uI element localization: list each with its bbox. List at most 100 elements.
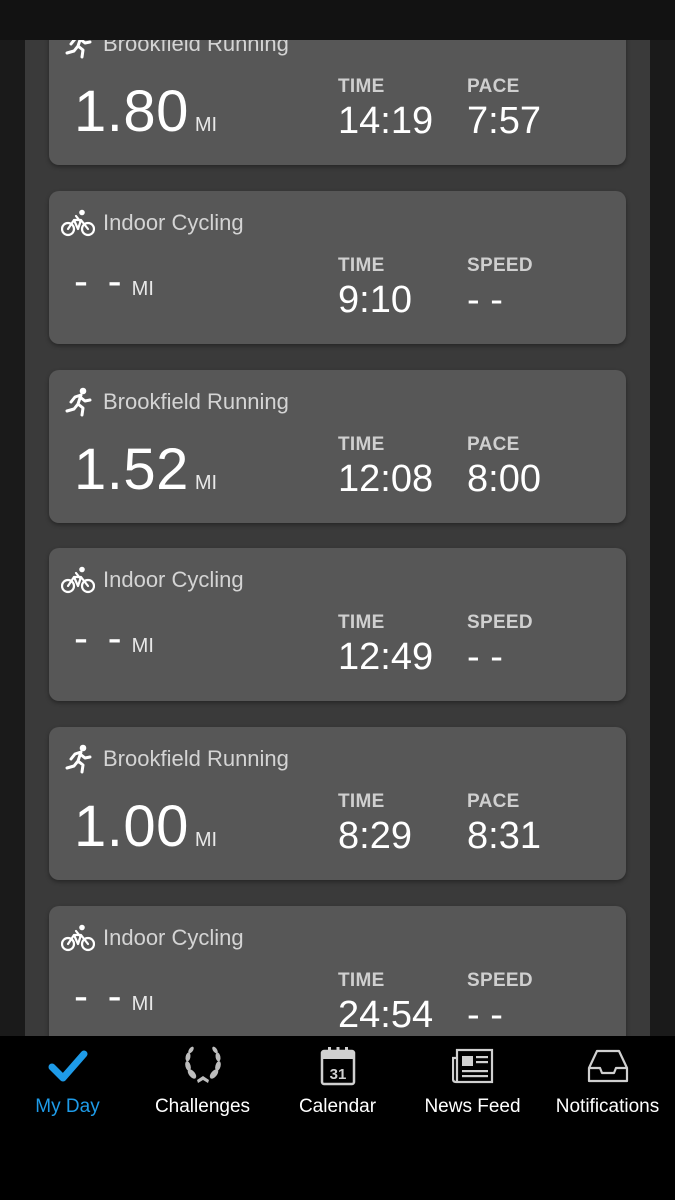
status-bar bbox=[0, 0, 675, 40]
time-stat: TIME 14:19 bbox=[338, 76, 433, 143]
time-label: TIME bbox=[338, 76, 385, 97]
activity-card[interactable]: Brookfield Running 1.80 MI TIME 14:19 PA… bbox=[49, 40, 626, 165]
activity-title: Indoor Cycling bbox=[103, 210, 244, 235]
distance-value: - - bbox=[74, 972, 126, 1019]
activity-card[interactable]: Indoor Cycling - - MI TIME 12:49 SPEED -… bbox=[49, 548, 626, 701]
checkmark-icon bbox=[0, 1044, 135, 1088]
activity-header: Indoor Cycling bbox=[61, 207, 244, 239]
tab-label: Challenges bbox=[154, 1096, 251, 1117]
speed-label: SPEED bbox=[467, 255, 533, 276]
time-stat: TIME 9:10 bbox=[338, 255, 412, 322]
time-stat: TIME 12:49 bbox=[338, 612, 433, 679]
pace-stat: PACE 7:57 bbox=[467, 76, 541, 143]
activity-header: Brookfield Running bbox=[61, 40, 289, 60]
time-value: 12:08 bbox=[338, 458, 434, 500]
tab-news-feed[interactable]: News Feed bbox=[405, 1044, 540, 1134]
speed-value: - - bbox=[467, 636, 503, 678]
bicycle-icon bbox=[61, 207, 95, 239]
running-icon bbox=[61, 40, 95, 60]
laurel-icon bbox=[135, 1044, 270, 1088]
time-label: TIME bbox=[338, 791, 385, 812]
activity-header: Brookfield Running bbox=[61, 743, 289, 775]
speed-stat: SPEED - - bbox=[467, 970, 533, 1036]
time-label: TIME bbox=[338, 255, 385, 276]
activity-distance: - - MI bbox=[74, 972, 154, 1020]
speed-value: - - bbox=[467, 279, 503, 321]
tab-challenges[interactable]: Challenges bbox=[135, 1044, 270, 1134]
activity-distance: - - MI bbox=[74, 257, 154, 305]
pace-value: 8:00 bbox=[467, 458, 541, 500]
right-gutter bbox=[650, 40, 675, 1036]
distance-unit: MI bbox=[131, 635, 154, 657]
activity-card[interactable]: Brookfield Running 1.00 MI TIME 8:29 PAC… bbox=[49, 727, 626, 880]
app-screen: Brookfield Running 1.80 MI TIME 14:19 PA… bbox=[0, 0, 675, 1200]
pace-stat: PACE 8:31 bbox=[467, 791, 541, 858]
time-label: TIME bbox=[338, 434, 385, 455]
time-stat: TIME 8:29 bbox=[338, 791, 412, 858]
activity-distance: - - MI bbox=[74, 614, 154, 662]
activity-title: Brookfield Running bbox=[103, 746, 289, 771]
activity-title: Indoor Cycling bbox=[103, 925, 244, 950]
pace-stat: PACE 8:00 bbox=[467, 434, 541, 501]
activity-distance: 1.00 MI bbox=[74, 793, 217, 860]
tab-calendar[interactable]: 31 Calendar bbox=[270, 1044, 405, 1134]
activity-distance: 1.52 MI bbox=[74, 436, 217, 503]
speed-stat: SPEED - - bbox=[467, 255, 533, 322]
activity-card[interactable]: Indoor Cycling - - MI TIME 9:10 SPEED - … bbox=[49, 191, 626, 344]
distance-unit: MI bbox=[131, 278, 154, 300]
bottom-tab-bar: My Day Challenges 31 Calendar News Feed … bbox=[0, 1036, 675, 1200]
inbox-icon bbox=[540, 1044, 675, 1088]
tab-label: News Feed bbox=[424, 1096, 521, 1117]
tab-label: Notifications bbox=[555, 1096, 660, 1117]
running-icon bbox=[61, 743, 95, 775]
distance-value: - - bbox=[74, 257, 126, 304]
activity-card[interactable]: Indoor Cycling - - MI TIME 24:54 SPEED -… bbox=[49, 906, 626, 1036]
time-value: 24:54 bbox=[338, 994, 434, 1036]
activity-title: Indoor Cycling bbox=[103, 567, 244, 592]
activity-title: Brookfield Running bbox=[103, 40, 289, 56]
speed-label: SPEED bbox=[467, 970, 533, 991]
activity-header: Indoor Cycling bbox=[61, 564, 244, 596]
distance-unit: MI bbox=[194, 829, 218, 851]
calendar-icon: 31 bbox=[270, 1044, 405, 1088]
tab-label: My Day bbox=[35, 1096, 100, 1117]
time-value: 8:29 bbox=[338, 815, 412, 857]
distance-unit: MI bbox=[194, 472, 218, 494]
tab-notifications[interactable]: Notifications bbox=[540, 1044, 675, 1134]
time-value: 14:19 bbox=[338, 100, 434, 142]
speed-label: SPEED bbox=[467, 612, 533, 633]
pace-value: 7:57 bbox=[467, 100, 541, 142]
distance-unit: MI bbox=[131, 993, 154, 1015]
time-label: TIME bbox=[338, 612, 385, 633]
speed-stat: SPEED - - bbox=[467, 612, 533, 679]
pace-label: PACE bbox=[467, 76, 520, 97]
activity-title: Brookfield Running bbox=[103, 389, 289, 414]
bicycle-icon bbox=[61, 922, 95, 954]
left-gutter bbox=[0, 40, 25, 1036]
distance-value: 1.00 bbox=[74, 794, 189, 859]
time-value: 9:10 bbox=[338, 279, 412, 321]
time-stat: TIME 24:54 bbox=[338, 970, 433, 1036]
calendar-day-number: 31 bbox=[329, 1066, 346, 1083]
time-value: 12:49 bbox=[338, 636, 434, 678]
tab-my-day[interactable]: My Day bbox=[0, 1044, 135, 1134]
tab-label: Calendar bbox=[298, 1096, 377, 1117]
time-stat: TIME 12:08 bbox=[338, 434, 433, 501]
activity-card[interactable]: Brookfield Running 1.52 MI TIME 12:08 PA… bbox=[49, 370, 626, 523]
distance-value: 1.80 bbox=[74, 79, 189, 144]
activity-header: Brookfield Running bbox=[61, 386, 289, 418]
distance-value: 1.52 bbox=[74, 437, 189, 502]
pace-label: PACE bbox=[467, 434, 520, 455]
time-label: TIME bbox=[338, 970, 385, 991]
distance-unit: MI bbox=[194, 114, 218, 136]
pace-value: 8:31 bbox=[467, 815, 541, 857]
bicycle-icon bbox=[61, 564, 95, 596]
distance-value: - - bbox=[74, 614, 126, 661]
activity-header: Indoor Cycling bbox=[61, 922, 244, 954]
pace-label: PACE bbox=[467, 791, 520, 812]
speed-value: - - bbox=[467, 994, 503, 1036]
activity-feed[interactable]: Brookfield Running 1.80 MI TIME 14:19 PA… bbox=[25, 40, 650, 1036]
running-icon bbox=[61, 386, 95, 418]
activity-distance: 1.80 MI bbox=[74, 78, 217, 145]
newspaper-icon bbox=[405, 1044, 540, 1088]
